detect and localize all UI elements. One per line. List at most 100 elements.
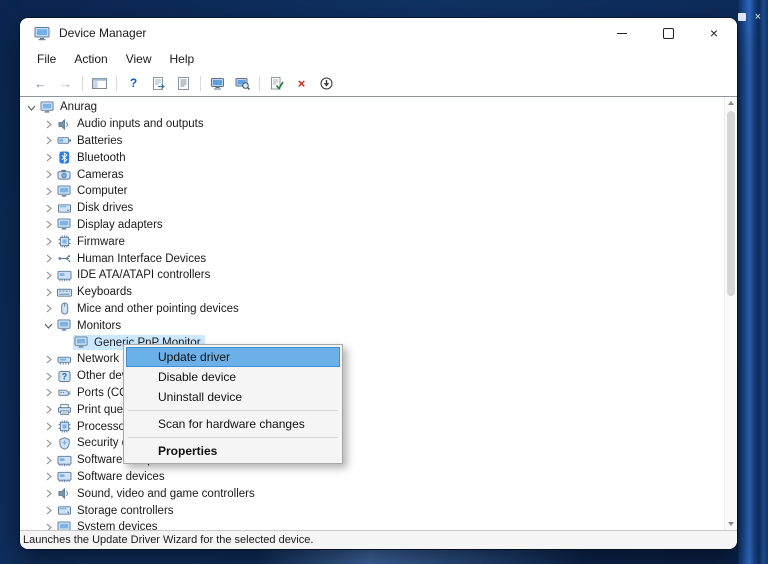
minimize-button[interactable] — [599, 18, 645, 48]
chevron-right-icon[interactable] — [41, 204, 56, 213]
device-manager-window: Device Manager × File Action View Help ← →? ×… — [20, 18, 737, 549]
context-menu-item-scan-for-hardware-changes[interactable]: Scan for hardware changes — [126, 414, 340, 434]
tree-item-anurag[interactable]: Anurag — [20, 99, 725, 116]
tree-item-label: Human Interface Devices — [77, 252, 207, 265]
tree-item-label: Anurag — [60, 101, 98, 114]
menu-help[interactable]: Help — [161, 50, 204, 68]
chevron-right-icon[interactable] — [41, 153, 56, 162]
audio-icon — [57, 118, 74, 131]
tree-item-display-adapters[interactable]: Display adapters — [20, 217, 725, 234]
tree-item-system-devices[interactable]: System devices — [20, 519, 725, 530]
tree-item-cameras[interactable]: Cameras — [20, 166, 725, 183]
tree-item-label: Batteries — [77, 134, 123, 147]
tree-item-batteries[interactable]: Batteries — [20, 133, 725, 150]
tree-item-content: Computer — [56, 184, 132, 199]
console-tree-icon[interactable] — [87, 72, 112, 94]
vertical-scrollbar[interactable] — [724, 97, 737, 530]
update-driver-icon[interactable] — [264, 72, 289, 94]
chevron-right-icon[interactable] — [41, 237, 56, 246]
tree-item-monitors[interactable]: Monitors — [20, 317, 725, 334]
chevron-right-icon[interactable] — [41, 120, 56, 129]
context-menu-item-update-driver[interactable]: Update driver — [126, 347, 340, 367]
help-icon[interactable]: ? — [121, 72, 146, 94]
chevron-down-icon[interactable] — [41, 321, 56, 330]
disable-icon[interactable] — [314, 72, 339, 94]
chevron-right-icon[interactable] — [41, 187, 56, 196]
properties-page-icon[interactable] — [171, 72, 196, 94]
computer-manage-icon[interactable] — [205, 72, 230, 94]
tree-item-software-devices[interactable]: Software devices — [20, 469, 725, 486]
tree-item-firmware[interactable]: Firmware — [20, 233, 725, 250]
chevron-right-icon[interactable] — [41, 489, 56, 498]
ide-icon — [57, 269, 74, 282]
tree-item-keyboards[interactable]: Keyboards — [20, 284, 725, 301]
tree-item-label: Bluetooth — [77, 151, 126, 164]
context-menu-item-properties[interactable]: Properties — [126, 441, 340, 461]
tree-item-storage-controllers[interactable]: Storage controllers — [20, 502, 725, 519]
scan-monitor-icon[interactable] — [230, 72, 255, 94]
chevron-right-icon[interactable] — [41, 304, 56, 313]
storage-icon — [57, 504, 74, 517]
menu-file[interactable]: File — [28, 50, 65, 68]
tree-item-sound-video-and-game-controllers[interactable]: Sound, video and game controllers — [20, 485, 725, 502]
forward-icon[interactable]: → — [53, 72, 78, 94]
tree-item-content: Sound, video and game controllers — [56, 486, 259, 501]
background-window-controls: × — [737, 12, 761, 23]
tree-item-content: Disk drives — [56, 201, 137, 216]
tree-item-label: Software devices — [77, 470, 165, 483]
tree-item-label: Computer — [77, 185, 128, 198]
menu-action[interactable]: Action — [65, 50, 116, 68]
tree-item-label: Monitors — [77, 319, 122, 332]
menu-view[interactable]: View — [117, 50, 161, 68]
chevron-right-icon[interactable] — [41, 523, 56, 530]
scroll-down-icon[interactable] — [725, 518, 737, 530]
uninstall-icon[interactable]: × — [289, 72, 314, 94]
chevron-right-icon[interactable] — [41, 506, 56, 515]
toolbar-separator — [116, 75, 117, 91]
maximize-button[interactable] — [645, 18, 691, 48]
printer-icon — [57, 403, 74, 416]
chevron-right-icon[interactable] — [41, 422, 56, 431]
toolbar-separator — [259, 75, 260, 91]
context-menu-item-uninstall-device[interactable]: Uninstall device — [126, 387, 340, 407]
back-icon[interactable]: ← — [28, 72, 53, 94]
tree-item-ide-ata-atapi-controllers[interactable]: IDE ATA/ATAPI controllers — [20, 267, 725, 284]
monitor-icon — [74, 336, 91, 349]
tree-item-audio-inputs-and-outputs[interactable]: Audio inputs and outputs — [20, 116, 725, 133]
context-menu-item-disable-device[interactable]: Disable device — [126, 367, 340, 387]
chevron-right-icon[interactable] — [41, 170, 56, 179]
tree-item-label: Disk drives — [77, 202, 134, 215]
chevron-right-icon[interactable] — [41, 439, 56, 448]
wallpaper-ribbons — [738, 0, 768, 564]
background-close-icon[interactable]: × — [755, 12, 761, 23]
chevron-right-icon[interactable] — [41, 405, 56, 414]
export-list-icon[interactable] — [146, 72, 171, 94]
chevron-right-icon[interactable] — [41, 355, 56, 364]
chevron-right-icon[interactable] — [41, 271, 56, 280]
tree-item-human-interface-devices[interactable]: Human Interface Devices — [20, 250, 725, 267]
software-icon — [57, 454, 74, 467]
close-button[interactable]: × — [691, 18, 737, 48]
chevron-right-icon[interactable] — [41, 220, 56, 229]
tree-item-mice-and-other-pointing-devices[interactable]: Mice and other pointing devices — [20, 301, 725, 318]
tree-item-disk-drives[interactable]: Disk drives — [20, 200, 725, 217]
chevron-right-icon[interactable] — [41, 254, 56, 263]
cpu-icon — [57, 420, 74, 433]
chevron-right-icon[interactable] — [41, 372, 56, 381]
tree-item-computer[interactable]: Computer — [20, 183, 725, 200]
tree-item-bluetooth[interactable]: Bluetooth — [20, 149, 725, 166]
chevron-down-icon[interactable] — [24, 103, 39, 112]
chevron-right-icon[interactable] — [41, 472, 56, 481]
tree-item-label: System devices — [77, 521, 158, 530]
chevron-right-icon[interactable] — [41, 136, 56, 145]
tree-item-label: Storage controllers — [77, 504, 174, 517]
scroll-up-icon[interactable] — [725, 97, 737, 109]
security-icon — [57, 437, 74, 450]
chevron-right-icon[interactable] — [41, 288, 56, 297]
sound-icon — [57, 487, 74, 500]
background-maximize-icon[interactable] — [737, 13, 746, 21]
chevron-right-icon[interactable] — [41, 456, 56, 465]
chevron-right-icon[interactable] — [41, 388, 56, 397]
scrollbar-thumb[interactable] — [727, 111, 735, 296]
disk-icon — [57, 202, 74, 215]
